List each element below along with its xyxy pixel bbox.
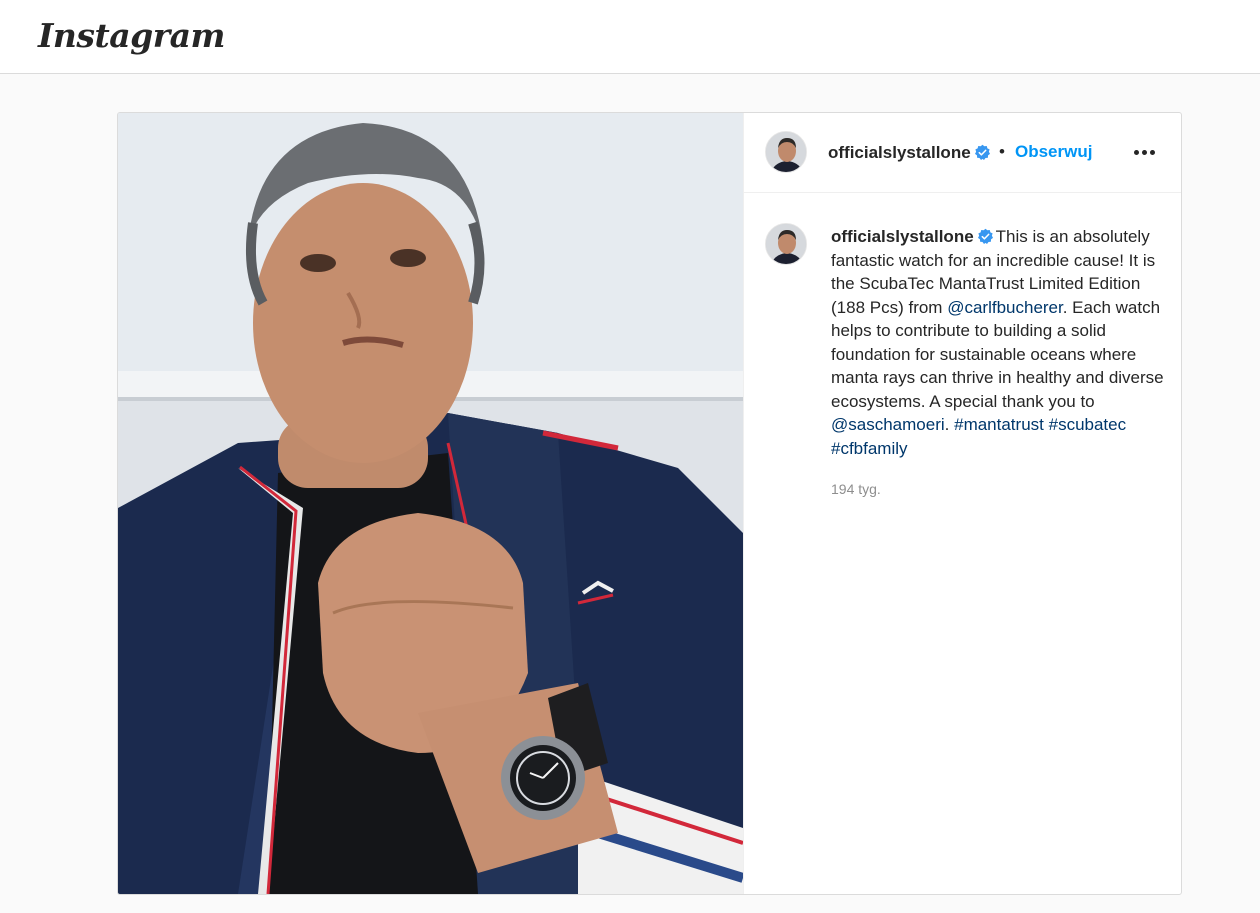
caption-username[interactable]: officialslystallone bbox=[831, 227, 974, 246]
caption-author-avatar[interactable] bbox=[765, 223, 807, 265]
verified-badge-icon bbox=[977, 228, 993, 245]
post-dialog: officialslystallone • Obserwuj officials… bbox=[117, 112, 1182, 895]
post-sidebar: officialslystallone • Obserwuj officials… bbox=[743, 113, 1181, 894]
post-timestamp[interactable]: 194 tyg. bbox=[831, 481, 881, 497]
hashtag-link[interactable]: #mantatrust bbox=[954, 415, 1044, 434]
more-options-icon[interactable] bbox=[1129, 137, 1159, 167]
verified-badge-icon bbox=[974, 144, 991, 161]
more-dot bbox=[1149, 149, 1155, 155]
mention-link[interactable]: @carlfbucherer bbox=[947, 298, 1063, 317]
post-photo[interactable] bbox=[118, 113, 743, 894]
more-dot bbox=[1133, 149, 1139, 155]
more-dot bbox=[1141, 149, 1147, 155]
instagram-logo[interactable]: Instagram bbox=[38, 14, 225, 58]
top-navigation-bar: Instagram bbox=[0, 0, 1260, 74]
author-username[interactable]: officialslystallone bbox=[828, 143, 971, 163]
hashtag-link[interactable]: #cfbfamily bbox=[831, 439, 908, 458]
follow-button[interactable]: Obserwuj bbox=[1015, 142, 1092, 162]
separator-dot: • bbox=[999, 142, 1005, 161]
post-header: officialslystallone • Obserwuj bbox=[744, 113, 1181, 193]
author-avatar[interactable] bbox=[765, 131, 807, 173]
caption-text: . bbox=[944, 415, 950, 434]
mention-link[interactable]: @saschamoeri bbox=[831, 415, 945, 434]
post-caption: officialslystallone This is an absolutely… bbox=[831, 225, 1171, 460]
hashtag-link[interactable]: #scubatec bbox=[1049, 415, 1127, 434]
